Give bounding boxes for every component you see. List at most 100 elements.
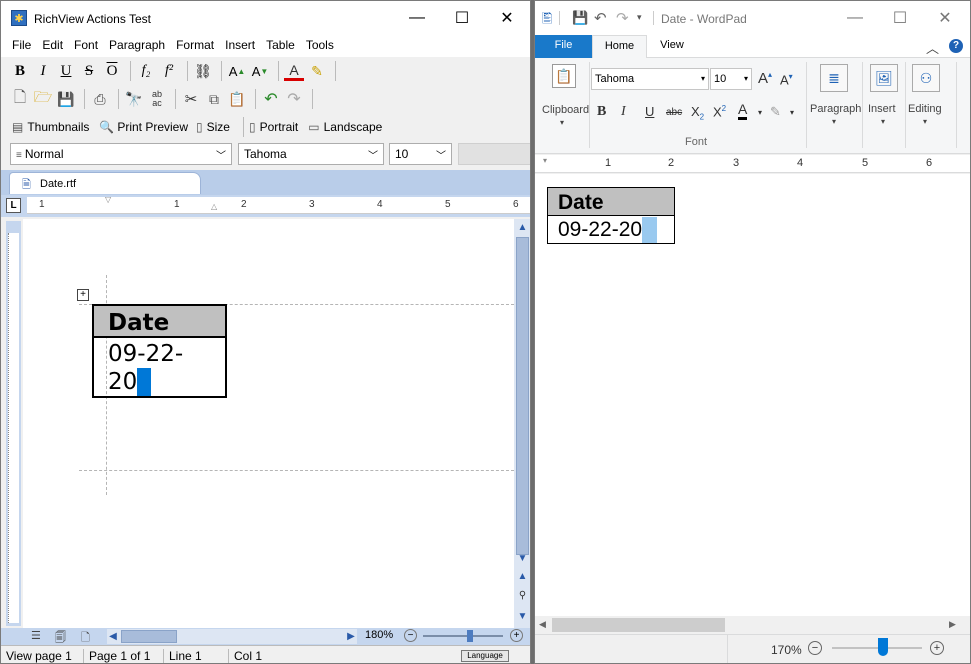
minimize-button[interactable]: —	[832, 1, 878, 35]
thumbnails-button[interactable]: ▤ Thumbnails	[12, 120, 89, 134]
vertical-scrollbar[interactable]	[965, 174, 970, 616]
right-indent-marker[interactable]: △	[211, 202, 217, 211]
underline-button[interactable]: U	[56, 61, 76, 81]
font-size-combo[interactable]: 10 ▾	[710, 68, 752, 90]
customize-qat-icon[interactable]: ▾	[637, 12, 642, 23]
new-document-icon[interactable]: 🗋	[10, 89, 30, 109]
save-icon[interactable]: 💾	[572, 10, 588, 26]
clipboard-group[interactable]: 📋 Clipboard ▾	[539, 60, 589, 150]
hyperlink-icon[interactable]: ⛓	[193, 61, 213, 81]
highlight-icon[interactable]: ✎	[307, 61, 327, 81]
table-header-cell[interactable]: Date	[547, 187, 675, 216]
italic-button[interactable]: I	[621, 104, 626, 120]
collapse-ribbon-icon[interactable]: ︿	[926, 38, 939, 57]
tab-file[interactable]: File	[535, 35, 592, 58]
scroll-right-icon[interactable]: ▶	[949, 619, 956, 630]
underline-button[interactable]: U	[645, 104, 654, 119]
copy-icon[interactable]: ⧉	[204, 89, 224, 109]
print-icon[interactable]: ⎙	[90, 89, 110, 109]
shrink-font-button[interactable]: A ▼	[250, 61, 270, 81]
help-icon[interactable]: ?	[949, 39, 963, 53]
text-color-icon[interactable]: A	[738, 102, 748, 120]
previous-page-icon[interactable]: ▲	[514, 569, 530, 583]
horizontal-ruler[interactable]: 1 1 2 3 4 5 6 ▽ △	[27, 195, 530, 214]
size-button[interactable]: ▯ Size	[196, 120, 230, 134]
paragraph-group[interactable]: ≣ Paragraph ▾	[808, 60, 862, 150]
table-move-handle[interactable]: +	[77, 289, 89, 301]
superscript-button[interactable]: X2	[713, 104, 726, 119]
menu-tools[interactable]: Tools	[306, 35, 334, 57]
table-data-cell[interactable]: 09-22-20	[547, 215, 675, 244]
zoom-out-icon[interactable]: −	[404, 629, 417, 642]
redo-icon[interactable]: ↷	[284, 89, 304, 109]
vertical-scrollbar[interactable]: ▲ ▼ ▲ ⚲ ▼	[514, 219, 530, 628]
paste-icon[interactable]: 📋	[227, 89, 247, 109]
scroll-left-icon[interactable]: ◀	[107, 629, 119, 644]
close-button[interactable]: ✕	[922, 1, 968, 35]
document-canvas[interactable]: Date 09-22-20	[535, 174, 965, 616]
tab-view[interactable]: View	[652, 35, 692, 57]
scroll-up-icon[interactable]: ▲	[514, 219, 530, 236]
menu-table[interactable]: Table	[266, 35, 295, 57]
table-data-cell[interactable]: 09-22- 20	[92, 336, 227, 398]
zoom-slider[interactable]	[832, 647, 922, 649]
menu-insert[interactable]: Insert	[225, 35, 255, 57]
font-size-combo[interactable]: 10 ﹀	[389, 143, 452, 165]
zoom-slider-thumb[interactable]	[878, 638, 888, 656]
font-combo[interactable]: Tahoma ﹀	[238, 143, 384, 165]
font-color-button[interactable]: A	[284, 61, 304, 81]
open-folder-icon[interactable]: 🗁	[33, 89, 53, 109]
subscript-button[interactable]: X2	[691, 104, 704, 122]
redo-icon[interactable]: ↷	[616, 9, 629, 27]
zoom-in-icon[interactable]: +	[930, 641, 944, 655]
menu-format[interactable]: Format	[176, 35, 214, 57]
undo-icon[interactable]: ↶	[594, 9, 607, 27]
zoom-slider[interactable]	[423, 635, 503, 637]
draft-view-icon[interactable]: ☰	[31, 629, 41, 642]
zoom-out-icon[interactable]: −	[808, 641, 822, 655]
undo-icon[interactable]: ↶	[261, 89, 281, 109]
hscroll-thumb[interactable]	[121, 630, 177, 643]
scroll-down-icon[interactable]: ▼	[514, 551, 530, 565]
grow-font-icon[interactable]: A▴	[758, 70, 772, 87]
indent-marker[interactable]: ▽	[105, 195, 111, 204]
horizontal-scrollbar[interactable]: ◀ ▶	[535, 616, 970, 634]
editing-group[interactable]: ⚇ Editing ▾	[906, 60, 952, 150]
menu-paragraph[interactable]: Paragraph	[109, 35, 165, 57]
tab-date-rtf[interactable]: 🗎 Date.rtf	[9, 172, 201, 194]
strikethrough-button[interactable]: abc	[666, 107, 682, 118]
font-family-combo[interactable]: Tahoma ▾	[591, 68, 709, 90]
scroll-thumb[interactable]	[516, 237, 529, 555]
horizontal-scrollbar[interactable]: ◀ ▶	[107, 629, 357, 644]
menu-file[interactable]: File	[12, 35, 31, 57]
print-preview-button[interactable]: 🔍 Print Preview	[99, 120, 188, 134]
bold-button[interactable]: B	[10, 61, 30, 81]
superscript-button[interactable]: f²	[159, 61, 179, 81]
hscroll-thumb[interactable]	[552, 618, 725, 632]
language-button[interactable]: Language	[461, 650, 509, 662]
tab-home[interactable]: Home	[592, 35, 647, 59]
portrait-button[interactable]: ▯ Portrait	[249, 120, 298, 134]
horizontal-ruler[interactable]: 1 2 3 4 5 6 ▾	[535, 155, 970, 173]
shrink-font-icon[interactable]: A▾	[780, 72, 793, 87]
scroll-right-icon[interactable]: ▶	[345, 629, 357, 644]
scroll-left-icon[interactable]: ◀	[539, 619, 546, 630]
cut-icon[interactable]: ✂	[181, 89, 201, 109]
strikethrough-button[interactable]: S	[79, 61, 99, 81]
landscape-button[interactable]: ▭ Landscape	[308, 120, 382, 134]
color-combo[interactable]	[458, 143, 530, 165]
maximize-button[interactable]: ☐	[439, 1, 485, 35]
menu-font[interactable]: Font	[74, 35, 98, 57]
subscript-button[interactable]: f₂	[136, 61, 156, 81]
document-canvas[interactable]: + Date 09-22- 20	[23, 219, 514, 628]
vertical-ruler[interactable]	[6, 221, 21, 626]
bold-button[interactable]: B	[597, 104, 606, 120]
zoom-slider-thumb[interactable]	[467, 630, 473, 642]
insert-group[interactable]: 🖼 Insert ▾	[863, 60, 905, 150]
browse-object-icon[interactable]: ⚲	[514, 587, 530, 603]
table-header-cell[interactable]: Date	[92, 304, 227, 338]
find-icon[interactable]: 🔭	[124, 89, 144, 109]
italic-button[interactable]: I	[33, 61, 53, 81]
zoom-in-icon[interactable]: +	[510, 629, 523, 642]
indent-marker[interactable]: ▾	[543, 156, 547, 165]
